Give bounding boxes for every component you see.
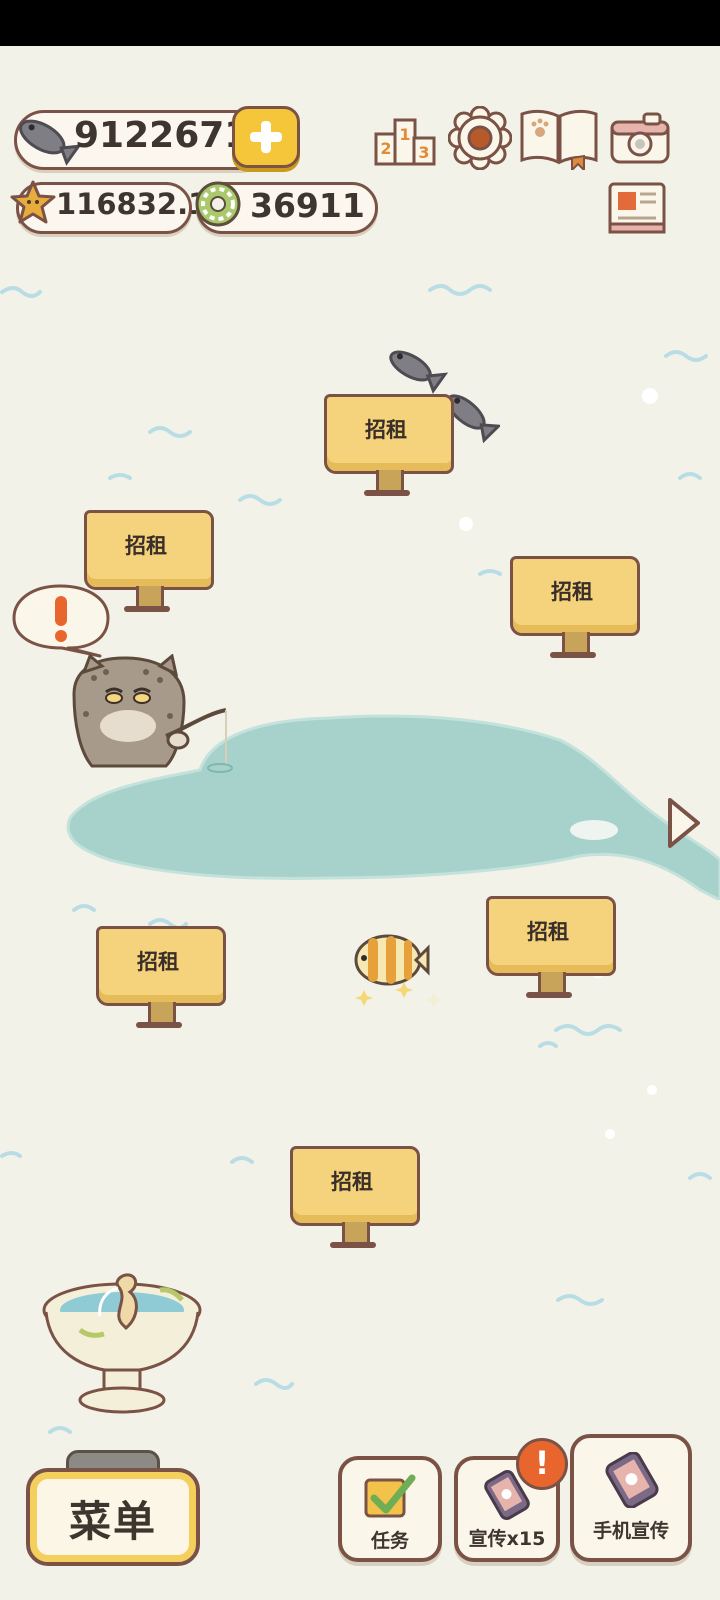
book-icon[interactable] xyxy=(518,106,600,170)
phone-promote-button[interactable]: 手机宣传 xyxy=(570,1434,692,1562)
star-amount: 116832.1 xyxy=(56,187,209,221)
rent-sign-left-lower[interactable]: 招租 xyxy=(96,926,226,1028)
fish-icon xyxy=(19,119,80,166)
checklist-icon xyxy=(364,1474,416,1518)
star-icon xyxy=(10,180,56,224)
butterflyfish-sprite[interactable] xyxy=(350,930,450,1014)
status-bar xyxy=(0,0,720,46)
phone-promo-icon xyxy=(605,1452,659,1508)
svg-text:1: 1 xyxy=(399,125,410,144)
ranking-icon[interactable]: 2 1 3 xyxy=(372,108,438,168)
promote-button-label: 宣传x15 xyxy=(468,1528,546,1550)
rent-sign-right-lower[interactable]: 招租 xyxy=(486,896,616,998)
camera-icon[interactable] xyxy=(608,110,672,166)
rent-sign-top-center[interactable]: 招租 xyxy=(324,394,454,496)
seahorse-fountain[interactable] xyxy=(40,1270,206,1422)
rent-sign-label: 招租 xyxy=(551,580,593,604)
rent-sign-right-upper[interactable]: 招租 xyxy=(510,556,640,658)
alert-icon: ! xyxy=(534,1444,550,1482)
svg-text:2: 2 xyxy=(380,139,391,158)
coin-icon xyxy=(195,181,241,227)
rent-sign-label: 招租 xyxy=(365,418,407,442)
coin-amount: 36911 xyxy=(250,186,365,225)
svg-text:3: 3 xyxy=(418,143,429,162)
rent-sign-label: 招租 xyxy=(331,1170,373,1194)
tasks-button[interactable]: 任务 xyxy=(338,1456,442,1562)
add-fish-button[interactable] xyxy=(232,106,300,168)
next-arrow-icon[interactable] xyxy=(664,794,704,852)
phone-promote-button-label: 手机宣传 xyxy=(592,1520,669,1542)
rent-sign-bottom-center[interactable]: 招租 xyxy=(290,1146,420,1248)
settings-gear-icon[interactable] xyxy=(448,106,512,170)
alert-icon xyxy=(55,596,67,642)
manul-cat-character[interactable] xyxy=(66,654,236,784)
rent-sign-label: 招租 xyxy=(527,920,569,944)
menu-button[interactable]: 菜单 xyxy=(26,1468,200,1566)
alert-speech-bubble[interactable] xyxy=(10,582,114,660)
tasks-button-label: 任务 xyxy=(370,1530,409,1552)
promote-alert-badge: ! xyxy=(516,1438,568,1490)
fish-amount: 9122671 xyxy=(74,115,250,156)
rent-sign-label: 招租 xyxy=(137,950,179,974)
newspaper-icon[interactable] xyxy=(606,180,668,236)
menu-button-label: 菜单 xyxy=(68,1497,157,1546)
rent-sign-label: 招租 xyxy=(125,534,167,558)
